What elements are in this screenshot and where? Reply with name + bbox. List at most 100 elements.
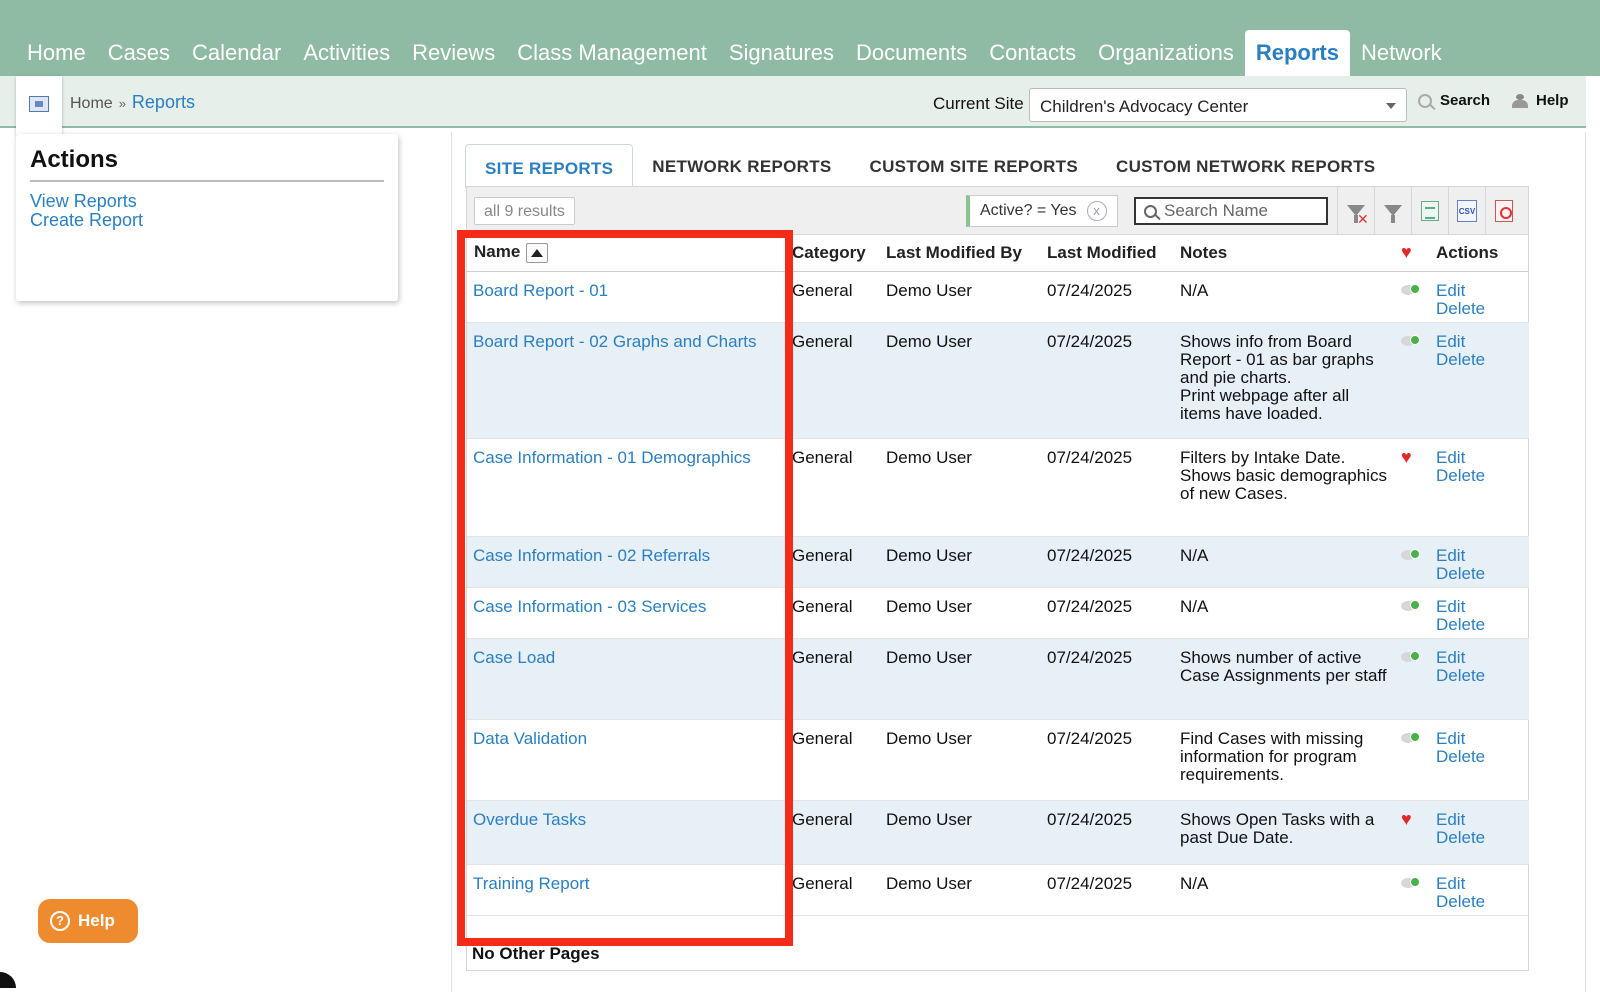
nav-signatures[interactable]: Signatures <box>718 30 845 76</box>
current-site-select[interactable]: Children's Advocacy Center <box>1029 88 1407 122</box>
view-reports-link[interactable]: View Reports <box>30 192 384 211</box>
nav-home[interactable]: Home <box>16 30 97 76</box>
delete-link[interactable]: Delete <box>1436 747 1522 766</box>
breadcrumb-bar: Home » Reports Current Site Children's Adv… <box>0 76 1586 138</box>
modified-by-cell: Demo User <box>879 864 1040 916</box>
delete-link[interactable]: Delete <box>1436 828 1522 847</box>
edit-link[interactable]: Edit <box>1436 448 1522 467</box>
last-modified-cell: 07/24/2025 <box>1040 536 1173 588</box>
search-icon <box>1144 205 1157 218</box>
header-help-button[interactable]: Help <box>1512 92 1569 109</box>
favorite-heart-icon[interactable]: ♥ <box>1401 447 1412 467</box>
delete-link[interactable]: Delete <box>1436 892 1522 911</box>
header-search-button[interactable]: Search <box>1418 92 1490 109</box>
nav-organizations[interactable]: Organizations <box>1087 30 1245 76</box>
actions-cell: Edit Delete <box>1429 719 1529 801</box>
add-favorite-icon[interactable] <box>1401 649 1420 663</box>
tab-custom-site-reports[interactable]: CUSTOM SITE REPORTS <box>851 143 1097 187</box>
breadcrumb-separator: » <box>118 96 126 111</box>
modified-by-cell: Demo User <box>879 438 1040 537</box>
filter-icon <box>1383 201 1403 223</box>
top-navigation: Home Cases Calendar Activities Reviews Class … <box>0 0 1600 76</box>
delete-link[interactable]: Delete <box>1436 666 1522 685</box>
nav-class-management[interactable]: Class Management <box>506 30 718 76</box>
export-excel-button[interactable] <box>1411 187 1448 235</box>
tab-site-reports[interactable]: SITE REPORTS <box>465 144 634 188</box>
column-header-last-modified[interactable]: Last Modified <box>1040 235 1173 272</box>
floating-help-label: Help <box>78 911 115 930</box>
favorite-cell <box>1394 322 1429 439</box>
actions-cell: Edit Delete <box>1429 438 1529 537</box>
column-header-modified-by[interactable]: Last Modified By <box>879 235 1040 272</box>
breadcrumb-current[interactable]: Reports <box>132 92 195 112</box>
edit-link[interactable]: Edit <box>1436 729 1522 748</box>
nav-reports[interactable]: Reports <box>1244 30 1350 76</box>
nav-cases[interactable]: Cases <box>97 30 181 76</box>
delete-link[interactable]: Delete <box>1436 350 1522 369</box>
add-favorite-icon[interactable] <box>1401 547 1420 561</box>
nav-contacts[interactable]: Contacts <box>978 30 1087 76</box>
export-csv-button[interactable]: CSV <box>1448 187 1485 235</box>
actions-cell: Edit Delete <box>1429 800 1529 865</box>
category-cell: General <box>785 864 879 916</box>
remove-filter-icon[interactable]: x <box>1086 201 1107 221</box>
category-cell: General <box>785 800 879 865</box>
last-modified-cell: 07/24/2025 <box>1040 438 1173 537</box>
nav-calendar[interactable]: Calendar <box>181 30 292 76</box>
chevron-down-icon <box>1386 103 1396 109</box>
nav-network[interactable]: Network <box>1350 30 1453 76</box>
edit-link[interactable]: Edit <box>1436 648 1522 667</box>
notes-cell: Filters by Intake Date. Shows basic demo… <box>1173 438 1394 537</box>
category-cell: General <box>785 536 879 588</box>
heart-icon: ♥ <box>1401 241 1412 262</box>
favorite-heart-icon[interactable]: ♥ <box>1401 809 1412 829</box>
breadcrumb-home[interactable]: Home <box>70 95 113 112</box>
floating-help-button[interactable]: ? Help <box>38 899 138 943</box>
delete-link[interactable]: Delete <box>1436 299 1522 318</box>
export-pdf-button[interactable] <box>1485 187 1522 235</box>
edit-link[interactable]: Edit <box>1436 281 1522 300</box>
nav-activities[interactable]: Activities <box>292 30 401 76</box>
delete-link[interactable]: Delete <box>1436 615 1522 634</box>
edit-link[interactable]: Edit <box>1436 874 1522 893</box>
add-favorite-icon[interactable] <box>1401 875 1420 889</box>
report-tabs: SITE REPORTS NETWORK REPORTS CUSTOM SITE R… <box>465 143 1394 188</box>
column-header-notes[interactable]: Notes <box>1173 235 1394 272</box>
add-favorite-icon[interactable] <box>1401 730 1420 744</box>
notes-cell: N/A <box>1173 536 1394 588</box>
favorite-cell: ♥ <box>1394 438 1429 537</box>
search-name-input[interactable]: Search Name <box>1134 197 1328 225</box>
nav-documents[interactable]: Documents <box>845 30 978 76</box>
create-report-link[interactable]: Create Report <box>30 211 384 230</box>
clear-filters-button[interactable]: ✕ <box>1337 187 1374 235</box>
column-header-actions: Actions <box>1429 235 1529 272</box>
favorite-cell <box>1394 864 1429 916</box>
edit-link[interactable]: Edit <box>1436 810 1522 829</box>
column-header-category[interactable]: Category <box>785 235 879 272</box>
add-favorite-icon[interactable] <box>1401 282 1420 296</box>
edit-link[interactable]: Edit <box>1436 546 1522 565</box>
edit-link[interactable]: Edit <box>1436 597 1522 616</box>
edit-link[interactable]: Edit <box>1436 332 1522 351</box>
nav-reviews[interactable]: Reviews <box>401 30 506 76</box>
grid-toolbar: all 9 results Active? = Yes x Search Nam… <box>467 187 1528 235</box>
clear-filter-icon: ✕ <box>1346 201 1369 227</box>
delete-link[interactable]: Delete <box>1436 564 1522 583</box>
current-site-value: Children's Advocacy Center <box>1040 97 1249 116</box>
add-favorite-icon[interactable] <box>1401 333 1420 347</box>
filter-button[interactable] <box>1374 187 1411 235</box>
tab-custom-network-reports[interactable]: CUSTOM NETWORK REPORTS <box>1097 143 1394 187</box>
active-filter-label: Active? = Yes <box>980 202 1077 219</box>
column-header-favorite[interactable]: ♥ <box>1394 235 1429 272</box>
delete-link[interactable]: Delete <box>1436 466 1522 485</box>
modified-by-cell: Demo User <box>879 587 1040 639</box>
last-modified-cell: 07/24/2025 <box>1040 322 1173 439</box>
category-cell: General <box>785 638 879 720</box>
add-favorite-icon[interactable] <box>1401 598 1420 612</box>
page-icon-tab[interactable] <box>16 76 62 138</box>
question-icon: ? <box>50 911 70 931</box>
favorite-cell <box>1394 271 1429 323</box>
search-name-placeholder: Search Name <box>1164 201 1268 220</box>
tab-network-reports[interactable]: NETWORK REPORTS <box>633 143 850 187</box>
active-filter-chip[interactable]: Active? = Yes x <box>966 195 1118 227</box>
